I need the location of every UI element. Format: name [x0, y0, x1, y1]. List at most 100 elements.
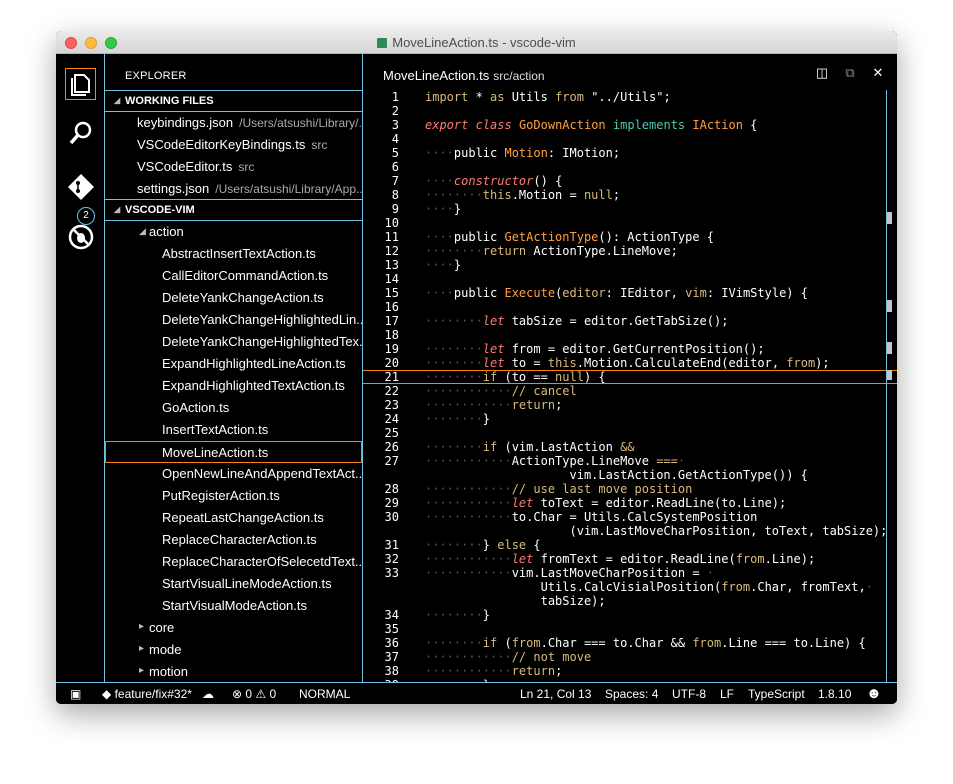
code-token: (: [497, 636, 512, 650]
code-token: ;: [612, 188, 621, 202]
code-token: public: [453, 230, 505, 244]
line-number: 8: [391, 188, 399, 202]
working-file-item[interactable]: VSCodeEditorKeyBindings.ts src: [105, 134, 362, 156]
file-tree-item[interactable]: ReplaceCharacterOfSelecetdText...: [105, 551, 362, 573]
folder-action[interactable]: ◢ action: [105, 221, 362, 243]
file-tree-item[interactable]: DeleteYankChangeHighlightedTex...: [105, 331, 362, 353]
debug-icon[interactable]: [66, 222, 96, 252]
code-token: ············: [425, 510, 512, 524]
code-text: ········let from = editor.GetCurrentPosi…: [425, 342, 765, 356]
working-files-header[interactable]: ◢ WORKING FILES: [105, 90, 362, 112]
code-token: ·: [706, 566, 715, 580]
file-tree-item[interactable]: GoAction.ts: [105, 397, 362, 419]
split-editor-icon[interactable]: ◫: [815, 66, 829, 80]
code-text: ····}: [425, 258, 461, 272]
git-icon[interactable]: [66, 172, 96, 202]
code-line: 31 ········} else {: [363, 538, 897, 552]
file-tree-item[interactable]: ReplaceCharacterAction.ts: [105, 529, 362, 551]
file-tree-item[interactable]: StartVisualModeAction.ts: [105, 595, 362, 617]
file-name: ExpandHighlightedLineAction.ts: [162, 356, 346, 371]
editor-tab[interactable]: MoveLineAction.ts src/action: [383, 68, 545, 83]
file-tree-item[interactable]: AbstractInsertTextAction.ts: [105, 243, 362, 265]
code-view[interactable]: 1 import * as Utils from "../Utils"; 2 3 exp…: [363, 90, 897, 682]
folder-mode[interactable]: ▸ mode: [105, 639, 362, 661]
end-of-line[interactable]: LF: [720, 687, 734, 701]
folder-label: core: [149, 620, 175, 635]
folder-motion[interactable]: ▸ motion: [105, 661, 362, 682]
working-file-item[interactable]: settings.json/Users/atsushi/Library/App.…: [105, 178, 362, 200]
code-token: ········: [425, 188, 483, 202]
code-token: ············: [425, 650, 512, 664]
line-number: 3: [391, 118, 399, 132]
cursor-position[interactable]: Ln 21, Col 13: [520, 687, 591, 701]
problems-indicator[interactable]: ⊗ 0 ⚠ 0: [232, 687, 276, 701]
code-token: tabSize);: [425, 594, 606, 608]
sync-icon[interactable]: ☁: [202, 687, 214, 701]
code-line: 18: [363, 328, 897, 342]
explorer-toggle-icon[interactable]: ▣: [70, 687, 81, 701]
code-token: ········: [425, 538, 483, 552]
file-tree-item[interactable]: OpenNewLineAndAppendTextAct...: [105, 463, 362, 485]
code-token: let: [482, 342, 505, 356]
working-file-item[interactable]: keybindings.json/Users/atsushi/Library/.…: [105, 112, 362, 134]
search-icon[interactable]: [66, 118, 96, 148]
feedback-smiley-icon[interactable]: ☻: [866, 685, 882, 702]
code-text: ········if (vim.LastAction &&: [425, 440, 635, 454]
code-token: from: [692, 636, 722, 650]
working-files-label: WORKING FILES: [125, 95, 214, 107]
code-line: 14: [363, 272, 897, 286]
code-token: as: [490, 90, 505, 104]
file-tree-item[interactable]: ExpandHighlightedLineAction.ts: [105, 353, 362, 375]
working-file-label: keybindings.json/Users/atsushi/Library/.…: [137, 115, 362, 130]
code-token: ············: [425, 496, 512, 510]
code-line: 7 ····constructor() {: [363, 174, 897, 188]
status-bar: ▣ ◆ feature/fix#32* ☁ ⊗ 0 ⚠ 0 NORMAL Ln …: [56, 682, 897, 704]
git-branch[interactable]: ◆ feature/fix#32*: [102, 687, 192, 701]
code-token: if: [482, 370, 498, 384]
files-icon[interactable]: [65, 68, 96, 100]
file-path: src: [238, 160, 255, 174]
file-tree-item[interactable]: ExpandHighlightedTextAction.ts: [105, 375, 362, 397]
indentation[interactable]: Spaces: 4: [605, 687, 658, 701]
typescript-version[interactable]: 1.8.10: [818, 687, 851, 701]
line-number: 10: [384, 216, 399, 230]
code-text: ····public Execute(editor: IEditor, vim:…: [425, 286, 808, 300]
code-token: ········: [425, 412, 483, 426]
file-name: keybindings.json: [137, 115, 234, 130]
close-editor-icon[interactable]: ✕: [871, 66, 885, 80]
warning-count: 0: [269, 687, 277, 701]
working-file-item[interactable]: VSCodeEditor.ts src: [105, 156, 362, 178]
folder-core[interactable]: ▸ core: [105, 617, 362, 639]
line-number: 14: [384, 272, 399, 286]
code-token: // use last move position: [511, 482, 693, 496]
code-line: 2: [363, 104, 897, 118]
file-tree-item[interactable]: RepeatLastChangeAction.ts: [105, 507, 362, 529]
code-token: tabSize = editor.GetTabSize();: [504, 314, 729, 328]
encoding[interactable]: UTF-8: [672, 687, 706, 701]
file-tree-item[interactable]: StartVisualLineModeAction.ts: [105, 573, 362, 595]
language-mode[interactable]: TypeScript: [748, 687, 805, 701]
file-tree-item[interactable]: MoveLineAction.ts: [105, 441, 362, 463]
code-token: // cancel: [511, 384, 577, 398]
code-token: .Motion =: [511, 188, 584, 202]
working-file-label: VSCodeEditor.ts src: [137, 159, 254, 174]
code-token: ········: [425, 370, 483, 384]
file-tree-item[interactable]: InsertTextAction.ts: [105, 419, 362, 441]
code-token: ·: [865, 580, 873, 594]
code-line: vim.LastAction.GetActionType()) {: [363, 468, 897, 482]
file-tree-item[interactable]: DeleteYankChangeAction.ts: [105, 287, 362, 309]
code-line: 15 ····public Execute(editor: IEditor, vi…: [363, 286, 897, 300]
code-token: : IMotion;: [547, 146, 621, 160]
open-changes-icon[interactable]: ⧉: [843, 66, 857, 80]
file-tree-item[interactable]: DeleteYankChangeHighlightedLin...: [105, 309, 362, 331]
file-tree-item[interactable]: CallEditorCommandAction.ts: [105, 265, 362, 287]
code-token: (vim.LastMoveCharPosition, toText, tabSi…: [425, 524, 888, 538]
file-tree-item[interactable]: PutRegisterAction.ts: [105, 485, 362, 507]
line-number: 36: [384, 636, 399, 650]
code-token: (vim.LastAction: [497, 440, 621, 454]
file-path: /Users/atsushi/Library/...: [239, 116, 362, 130]
editor-scrollbar[interactable]: [886, 90, 893, 682]
code-text: ············// use last move position: [425, 482, 692, 496]
code-line: 33 ············vim.LastMoveCharPosition =…: [363, 566, 897, 580]
project-header[interactable]: ◢ VSCODE-VIM: [105, 199, 362, 221]
